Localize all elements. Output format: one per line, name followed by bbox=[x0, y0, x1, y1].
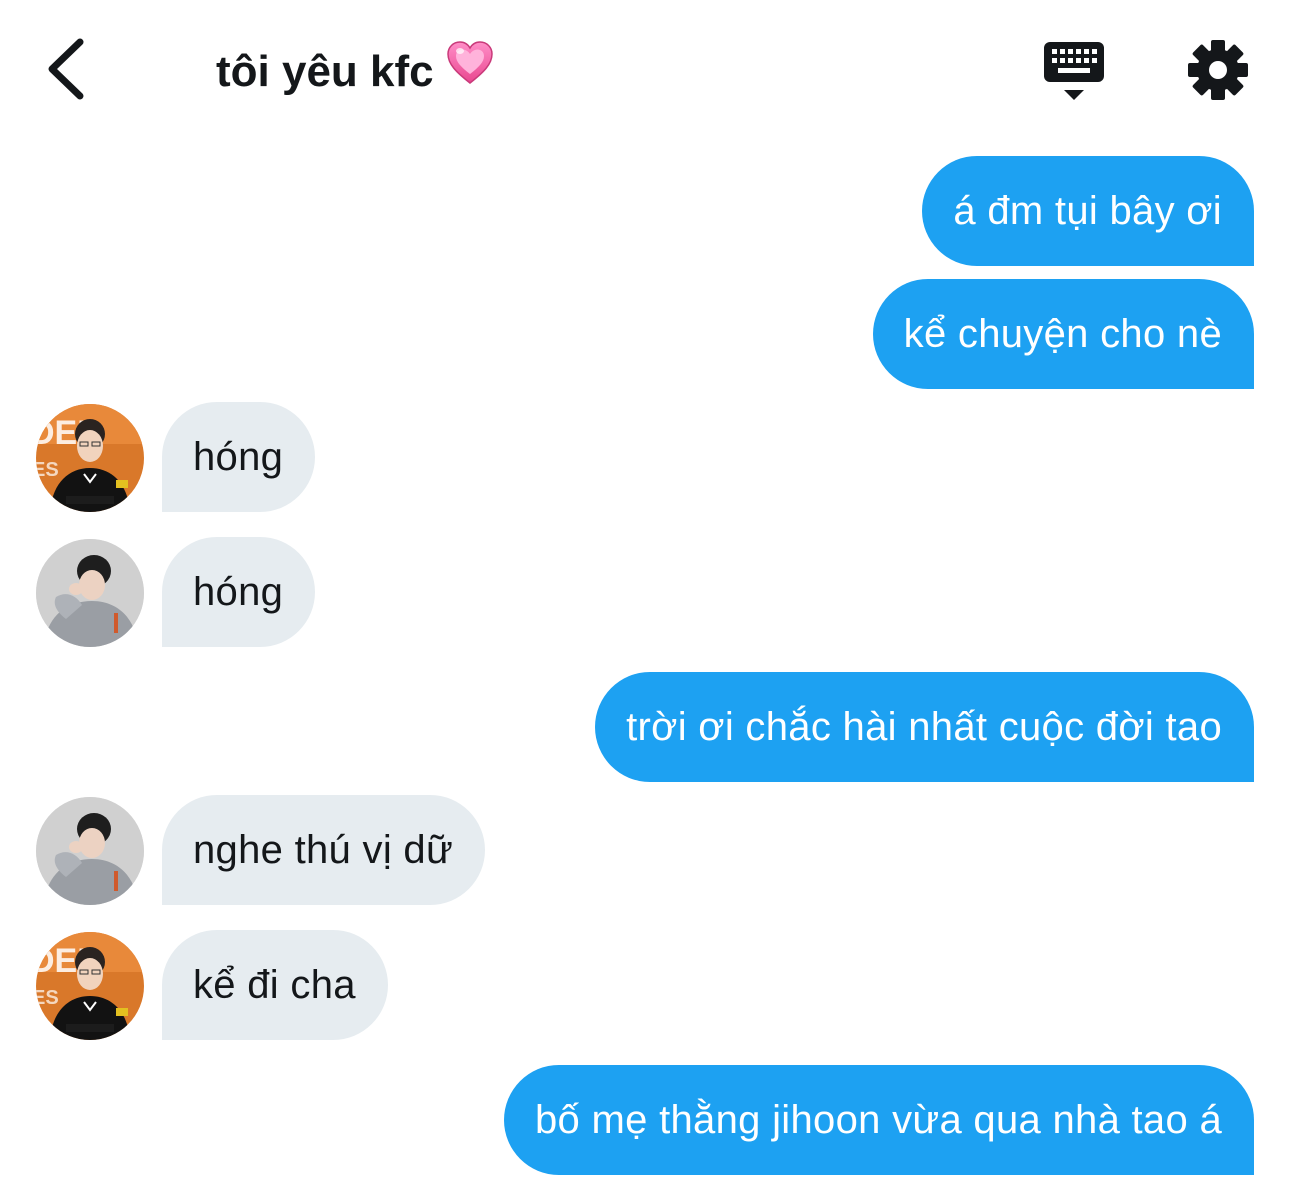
message-row-received: DEL ES kể đi cha bbox=[0, 930, 1290, 1042]
message-bubble-received[interactable]: nghe thú vị dữ bbox=[162, 795, 486, 905]
message-row-received: nghe thú vị dữ bbox=[0, 795, 1290, 907]
conversation-title-text: tôi yêu kfc bbox=[216, 47, 434, 96]
message-bubble-received[interactable]: hóng bbox=[162, 537, 316, 647]
avatar[interactable]: DEL ES bbox=[36, 932, 144, 1040]
message-bubble-sent[interactable]: trời ơi chắc hài nhất cuộc đời tao bbox=[595, 672, 1254, 782]
message-row-received: DEL ES hóng bbox=[0, 402, 1290, 514]
message-bubble-sent[interactable]: bố mẹ thằng jihoon vừa qua nhà tao á bbox=[504, 1065, 1254, 1175]
message-bubble-sent[interactable]: kể chuyện cho nè bbox=[872, 279, 1254, 389]
keyboard-button[interactable] bbox=[1040, 40, 1108, 104]
avatar[interactable] bbox=[36, 539, 144, 647]
message-row-sent: trời ơi chắc hài nhất cuộc đời tao bbox=[0, 672, 1290, 784]
avatar[interactable] bbox=[36, 797, 144, 905]
message-bubble-received[interactable]: kể đi cha bbox=[162, 930, 388, 1040]
message-row-sent: kể chuyện cho nè bbox=[0, 279, 1290, 391]
settings-button[interactable] bbox=[1186, 38, 1250, 102]
message-row-sent: bố mẹ thằng jihoon vừa qua nhà tao á bbox=[0, 1065, 1290, 1177]
svg-text:ES: ES bbox=[36, 459, 59, 481]
message-bubble-sent[interactable]: á đm tụi bây ơi bbox=[922, 156, 1254, 266]
conversation-title[interactable]: tôi yêu kfc bbox=[216, 41, 494, 100]
growing-heart-icon bbox=[446, 40, 494, 100]
keyboard-hide-icon bbox=[1044, 42, 1104, 100]
gear-icon bbox=[1188, 40, 1248, 100]
back-button[interactable] bbox=[40, 34, 96, 104]
chevron-left-icon bbox=[48, 38, 84, 100]
svg-text:ES: ES bbox=[36, 987, 59, 1009]
chat-header: tôi yêu kfc bbox=[0, 0, 1290, 140]
message-row-sent: á đm tụi bây ơi bbox=[0, 156, 1290, 268]
message-bubble-received[interactable]: hóng bbox=[162, 402, 316, 512]
avatar[interactable]: DEL ES bbox=[36, 404, 144, 512]
message-row-received: hóng bbox=[0, 537, 1290, 649]
